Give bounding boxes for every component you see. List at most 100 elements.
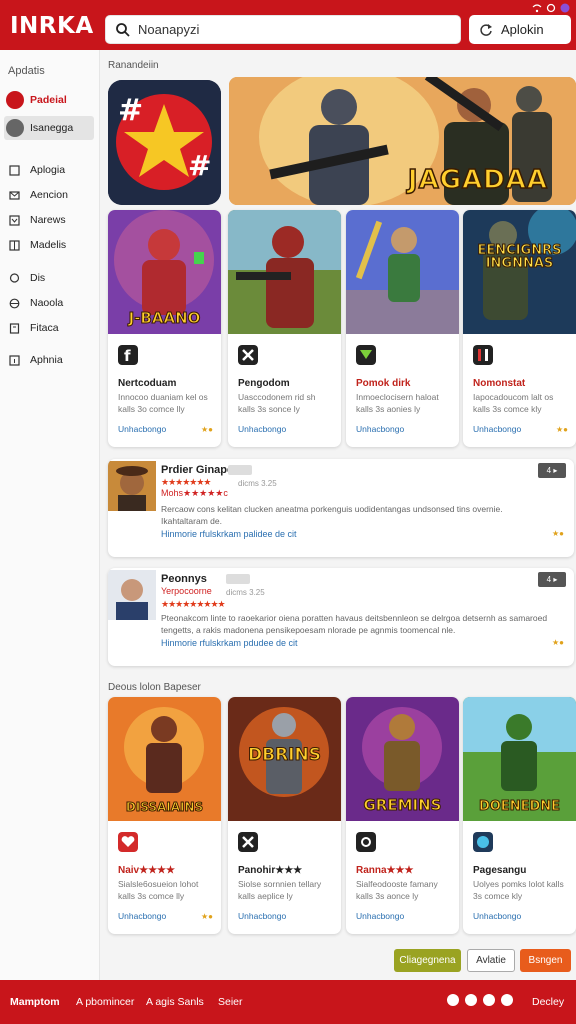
footer-link[interactable]: Seier bbox=[218, 996, 243, 1008]
footer-link[interactable]: Mamptom bbox=[10, 996, 60, 1008]
review-card: Peonnys ★★★★★★★★★ dicms 3.25 Yerpocoorne… bbox=[108, 568, 574, 666]
social-icons bbox=[447, 994, 513, 1006]
app-card-art: DOENEDNE bbox=[463, 697, 576, 821]
featured-banner[interactable]: JAGADAA bbox=[229, 77, 576, 205]
review-stars: ★★★★★★★★★ bbox=[161, 599, 226, 609]
sidebar-item-label: Naoola bbox=[30, 297, 64, 309]
review-date: dicms 3.25 bbox=[226, 588, 265, 597]
app-link[interactable]: Unhacbongo bbox=[356, 424, 404, 434]
review-badge: ★● bbox=[551, 529, 564, 538]
primary-action-button[interactable]: Cliagegnena bbox=[394, 949, 461, 972]
top-bar: INRKA Aplokin bbox=[0, 0, 576, 50]
app-badge: ★● bbox=[555, 425, 568, 434]
share-icon[interactable] bbox=[465, 994, 477, 1006]
star-logo-icon: # # bbox=[108, 80, 221, 205]
app-card[interactable]: DISSAIAINS Naiv★★★★ Sialsle6osueion loho… bbox=[108, 697, 221, 934]
sidebar-item-dis[interactable]: Dis bbox=[4, 266, 94, 290]
wifi-icon bbox=[532, 0, 542, 13]
app-link[interactable]: Unhacbongo bbox=[473, 911, 521, 921]
app-card[interactable]: GREMINS Ranna★★★ Sialfeodooste famany ka… bbox=[346, 697, 459, 934]
reddit-icon[interactable] bbox=[483, 994, 495, 1006]
sidebar-item-aencion[interactable]: Aencion bbox=[4, 183, 94, 207]
app-card-art-title: DISSAIAINS bbox=[125, 800, 204, 814]
footer-link[interactable]: A agis Sanls bbox=[146, 996, 204, 1008]
twitter-icon[interactable] bbox=[447, 994, 459, 1006]
refresh-icon bbox=[480, 23, 492, 36]
chevron-icon bbox=[9, 214, 20, 226]
gear-icon bbox=[356, 832, 376, 852]
search-icon bbox=[116, 22, 130, 37]
app-card-art bbox=[346, 210, 459, 334]
banner-title: JAGADAA bbox=[407, 164, 548, 196]
app-link[interactable]: Unhacbongo bbox=[473, 424, 521, 434]
smile-icon[interactable] bbox=[501, 994, 513, 1006]
sidebar-item-madelis[interactable]: Madelis bbox=[4, 233, 94, 257]
app-link[interactable]: Unhacbongo bbox=[238, 424, 286, 434]
section-title-bottom: Deous lolon Bapeser bbox=[108, 682, 201, 693]
sidebar-item-narews[interactable]: Narews bbox=[4, 208, 94, 232]
footer-link[interactable]: A pbomincer bbox=[76, 996, 134, 1008]
sidebar-item-isanegga[interactable]: Isanegga bbox=[4, 116, 94, 140]
grid-icon bbox=[9, 239, 20, 251]
square-icon bbox=[9, 164, 20, 176]
tertiary-action-button[interactable]: Bsngen bbox=[520, 949, 571, 972]
app-name: Nertcoduam bbox=[118, 378, 177, 389]
app-description: Sialfeodooste famany kalls 3s aonce ly bbox=[356, 879, 438, 901]
sidebar-item-fitaca[interactable]: Fitaca bbox=[4, 316, 94, 340]
header-button-label: Aplokin bbox=[501, 22, 544, 37]
app-logo[interactable]: INRKA bbox=[10, 13, 94, 39]
search-box[interactable] bbox=[105, 15, 461, 44]
app-link[interactable]: Unhacbongo bbox=[118, 424, 166, 434]
reviewer-name[interactable]: Prdier Ginape bbox=[161, 464, 233, 476]
app-link[interactable]: Unhacbongo bbox=[238, 911, 286, 921]
app-card-art-title: J-BAANO bbox=[128, 309, 201, 327]
app-link[interactable]: Unhacbongo bbox=[356, 911, 404, 921]
app-card-art: EENCIGNRS INGNNAS bbox=[463, 210, 576, 334]
app-name: Pagesangu bbox=[473, 865, 527, 876]
app-card[interactable]: EENCIGNRS INGNNAS Nomonstat Iapocadoucom… bbox=[463, 210, 576, 447]
status-icons bbox=[532, 0, 570, 13]
app-card-art: GREMINS bbox=[346, 697, 459, 821]
tools-icon bbox=[238, 832, 258, 852]
app-card[interactable]: DBRINS Panohir★★★ Siolse sornnien tellar… bbox=[228, 697, 341, 934]
sidebar-item-aplogia[interactable]: Aplogia bbox=[4, 158, 94, 182]
review-link[interactable]: Hinmorie rfulskrkam palidee de cit bbox=[161, 529, 297, 539]
app-card-art-title: EENCIGNRS INGNNAS bbox=[477, 243, 562, 271]
review-more-button[interactable]: 4 ▸ bbox=[538, 572, 566, 587]
review-link[interactable]: Hinmorie rfulskrkam pdudee de cit bbox=[161, 638, 298, 648]
app-link[interactable]: Unhacbongo bbox=[118, 911, 166, 921]
secondary-action-button[interactable]: Avlatie bbox=[467, 949, 515, 972]
header-button[interactable]: Aplokin bbox=[469, 15, 571, 44]
sidebar-item-label: Aphnia bbox=[30, 354, 63, 366]
game-icon bbox=[560, 0, 570, 13]
footer-right-link[interactable]: Decley bbox=[532, 996, 564, 1008]
avatar bbox=[108, 570, 156, 620]
app-card[interactable]: Pomok dirk Inmoeclocisern haloat kalls 3… bbox=[346, 210, 459, 447]
sidebar-item-padeial[interactable]: Padeial bbox=[4, 88, 94, 112]
app-name: Pomok dirk bbox=[356, 378, 411, 389]
search-input[interactable] bbox=[138, 22, 438, 37]
svg-text:#: # bbox=[188, 149, 211, 182]
sidebar-item-aphnia[interactable]: Aphnia bbox=[4, 348, 94, 372]
section-title-featured: Ranandeiin bbox=[108, 60, 159, 71]
featured-app-icon[interactable]: # # bbox=[108, 80, 221, 205]
sidebar-item-label: Narews bbox=[30, 214, 66, 226]
sidebar: Apdatis Padeial Isanegga Aplogia Aencion… bbox=[0, 50, 100, 980]
app-card[interactable]: J-BAANO f Nertcoduam Innocoo duaniam kel… bbox=[108, 210, 221, 447]
sidebar-heading: Apdatis bbox=[8, 65, 45, 77]
app-card-art bbox=[228, 210, 341, 334]
app-card[interactable]: Pengodom Uasccodonem rid sh kalls 3s son… bbox=[228, 210, 341, 447]
review-more-button[interactable]: 4 ▸ bbox=[538, 463, 566, 478]
reviewer-tag bbox=[226, 574, 250, 584]
app-name: Pengodom bbox=[238, 378, 290, 389]
review-text: Rercaow cons kelitan clucken aneatma por… bbox=[161, 504, 503, 526]
book-icon bbox=[9, 322, 20, 334]
sidebar-item-naoola[interactable]: Naoola bbox=[4, 291, 94, 315]
heart-icon bbox=[118, 832, 138, 852]
app-card[interactable]: DOENEDNE Pagesangu Uolyes pomks lolot ka… bbox=[463, 697, 576, 934]
app-name: Ranna★★★ bbox=[356, 865, 414, 876]
reviewer-name[interactable]: Peonnys bbox=[161, 573, 207, 585]
review-subtitle: Mohs★★★★★c bbox=[161, 488, 228, 498]
review-stars: ★★★★★★★ bbox=[161, 477, 211, 487]
avatar bbox=[6, 91, 24, 109]
